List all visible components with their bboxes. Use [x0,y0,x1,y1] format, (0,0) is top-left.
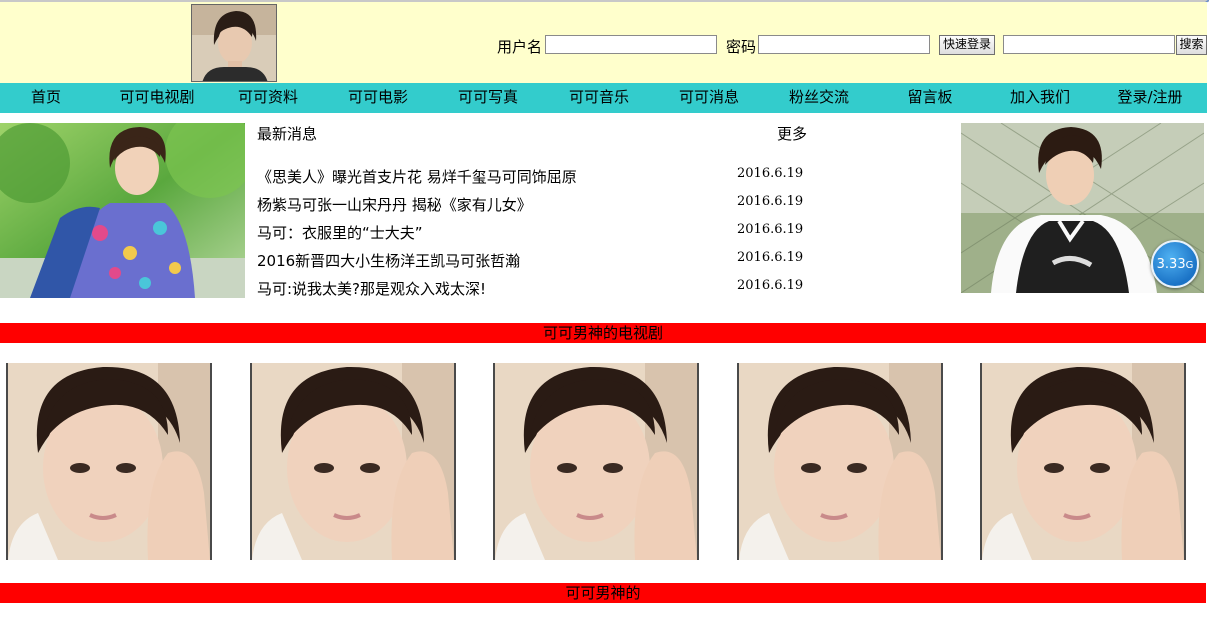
second-section-header: 可可男神的 [0,583,1206,603]
nav-item-login-register[interactable]: 登录/注册 [1117,83,1182,113]
tv-section-header: 可可男神的电视剧 [0,323,1206,343]
news-item-title[interactable]: 2016新晋四大小生杨洋王凯马可张哲瀚 [257,250,520,271]
nav-item-profile[interactable]: 可可资料 [238,83,298,113]
profile-photo [191,4,277,82]
gallery-photo[interactable] [6,363,212,560]
nav-item-home[interactable]: 首页 [31,83,61,113]
header-bar: 用户名 密码 快速登录 搜索 [0,2,1207,83]
news-item[interactable]: 马可:说我太美?那是观众入戏太深! 2016.6.19 [257,278,817,302]
nav-item-guestbook[interactable]: 留言板 [907,83,952,113]
news-item-title[interactable]: 杨紫马可张一山宋丹丹 揭秘《家有儿女》 [257,194,532,215]
news-item-date: 2016.6.19 [737,194,804,209]
news-item-title[interactable]: 《思美人》曝光首支片花 易烊千玺马可同饰屈原 [257,166,577,187]
gallery-photo[interactable] [493,363,699,560]
news-section-title: 最新消息 [257,125,318,143]
speed-badge-value: 3.33 [1156,256,1186,272]
nav-item-movies[interactable]: 可可电影 [348,83,408,113]
news-item[interactable]: 杨紫马可张一山宋丹丹 揭秘《家有儿女》 2016.6.19 [257,194,817,218]
nav-item-tv[interactable]: 可可电视剧 [119,83,194,113]
gallery-photo[interactable] [737,363,943,560]
news-more-link[interactable]: 更多 [777,123,807,144]
news-item-title[interactable]: 马可:说我太美?那是观众入戏太深! [257,278,486,299]
news-item-title[interactable]: 马可：衣服里的“士大夫” [257,222,423,243]
nav-item-photos[interactable]: 可可写真 [458,83,518,113]
news-item[interactable]: 马可：衣服里的“士大夫” 2016.6.19 [257,222,817,246]
news-item-date: 2016.6.19 [737,278,804,293]
news-item-date: 2016.6.19 [737,222,804,237]
nav-item-fans[interactable]: 粉丝交流 [789,83,849,113]
gallery-photo[interactable] [250,363,456,560]
username-label: 用户名 [497,38,543,56]
news-item-date: 2016.6.19 [737,250,804,265]
search-button[interactable]: 搜索 [1176,35,1207,55]
nav-item-news[interactable]: 可可消息 [679,83,739,113]
search-input[interactable] [1003,35,1175,54]
news-item[interactable]: 《思美人》曝光首支片花 易烊千玺马可同饰屈原 2016.6.19 [257,166,817,190]
gallery-photo[interactable] [980,363,1186,560]
password-input[interactable] [758,35,930,54]
username-input[interactable] [545,35,717,54]
quick-login-button[interactable]: 快速登录 [939,35,995,55]
main-nav: 首页 可可电视剧 可可资料 可可电影 可可写真 可可音乐 可可消息 粉丝交流 留… [0,83,1207,113]
nav-item-join[interactable]: 加入我们 [1010,83,1070,113]
news-item[interactable]: 2016新晋四大小生杨洋王凯马可张哲瀚 2016.6.19 [257,250,817,274]
speed-badge[interactable]: 3.33 G [1151,240,1199,288]
news-item-date: 2016.6.19 [737,166,804,181]
left-feature-photo [0,123,245,298]
password-label: 密码 [726,38,757,56]
nav-item-music[interactable]: 可可音乐 [569,83,629,113]
speed-badge-unit: G [1185,259,1194,271]
